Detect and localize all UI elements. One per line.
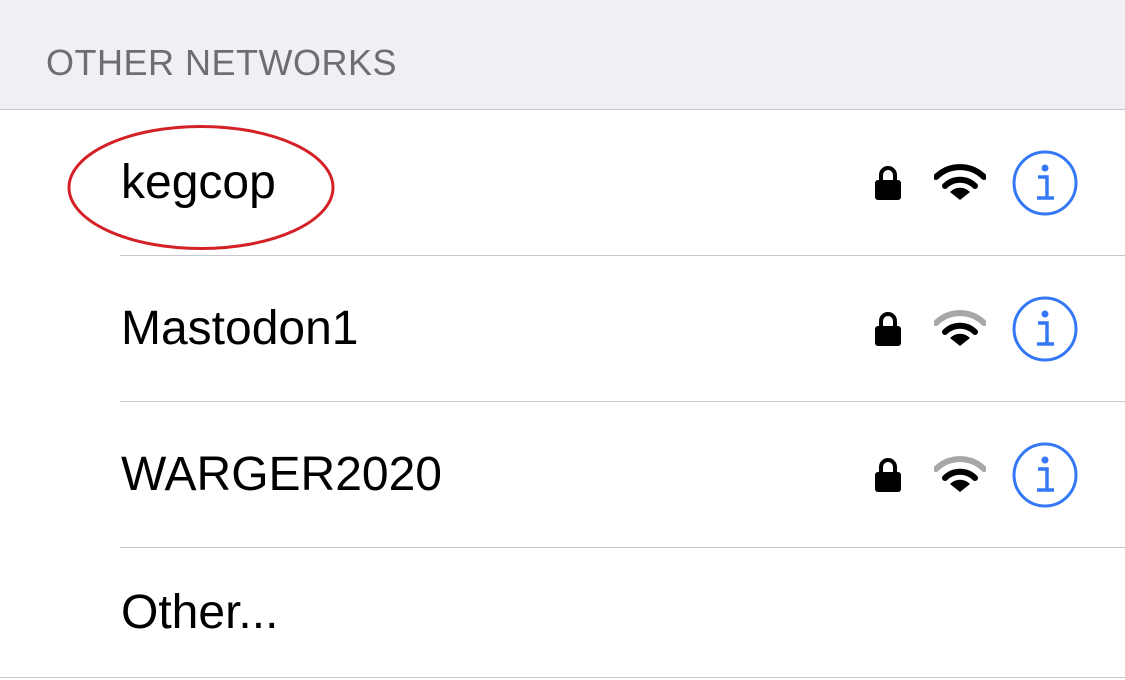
wifi-icon (934, 310, 986, 346)
lock-icon (875, 166, 901, 200)
network-row-other[interactable]: Other... (0, 548, 1125, 678)
network-name: kegcop (121, 156, 276, 209)
network-name: WARGER2020 (121, 448, 442, 501)
lock-icon (875, 312, 901, 346)
lock-icon (875, 458, 901, 492)
info-icon[interactable] (1012, 442, 1078, 508)
wifi-icon (934, 164, 986, 200)
section-title: OTHER NETWORKS (46, 42, 398, 83)
row-separator (0, 677, 1125, 678)
other-network-label: Other... (121, 586, 279, 639)
network-row-warger2020[interactable]: WARGER2020 (0, 402, 1125, 548)
network-name: Mastodon1 (121, 302, 359, 355)
wifi-icon (934, 456, 986, 492)
network-row-mastodon1[interactable]: Mastodon1 (0, 256, 1125, 402)
network-list: kegcop Mastodon1 WARGER2020 Other... (0, 110, 1125, 680)
network-row-kegcop[interactable]: kegcop (0, 110, 1125, 256)
info-icon[interactable] (1012, 150, 1078, 216)
section-header: OTHER NETWORKS (0, 0, 1125, 110)
info-icon[interactable] (1012, 296, 1078, 362)
